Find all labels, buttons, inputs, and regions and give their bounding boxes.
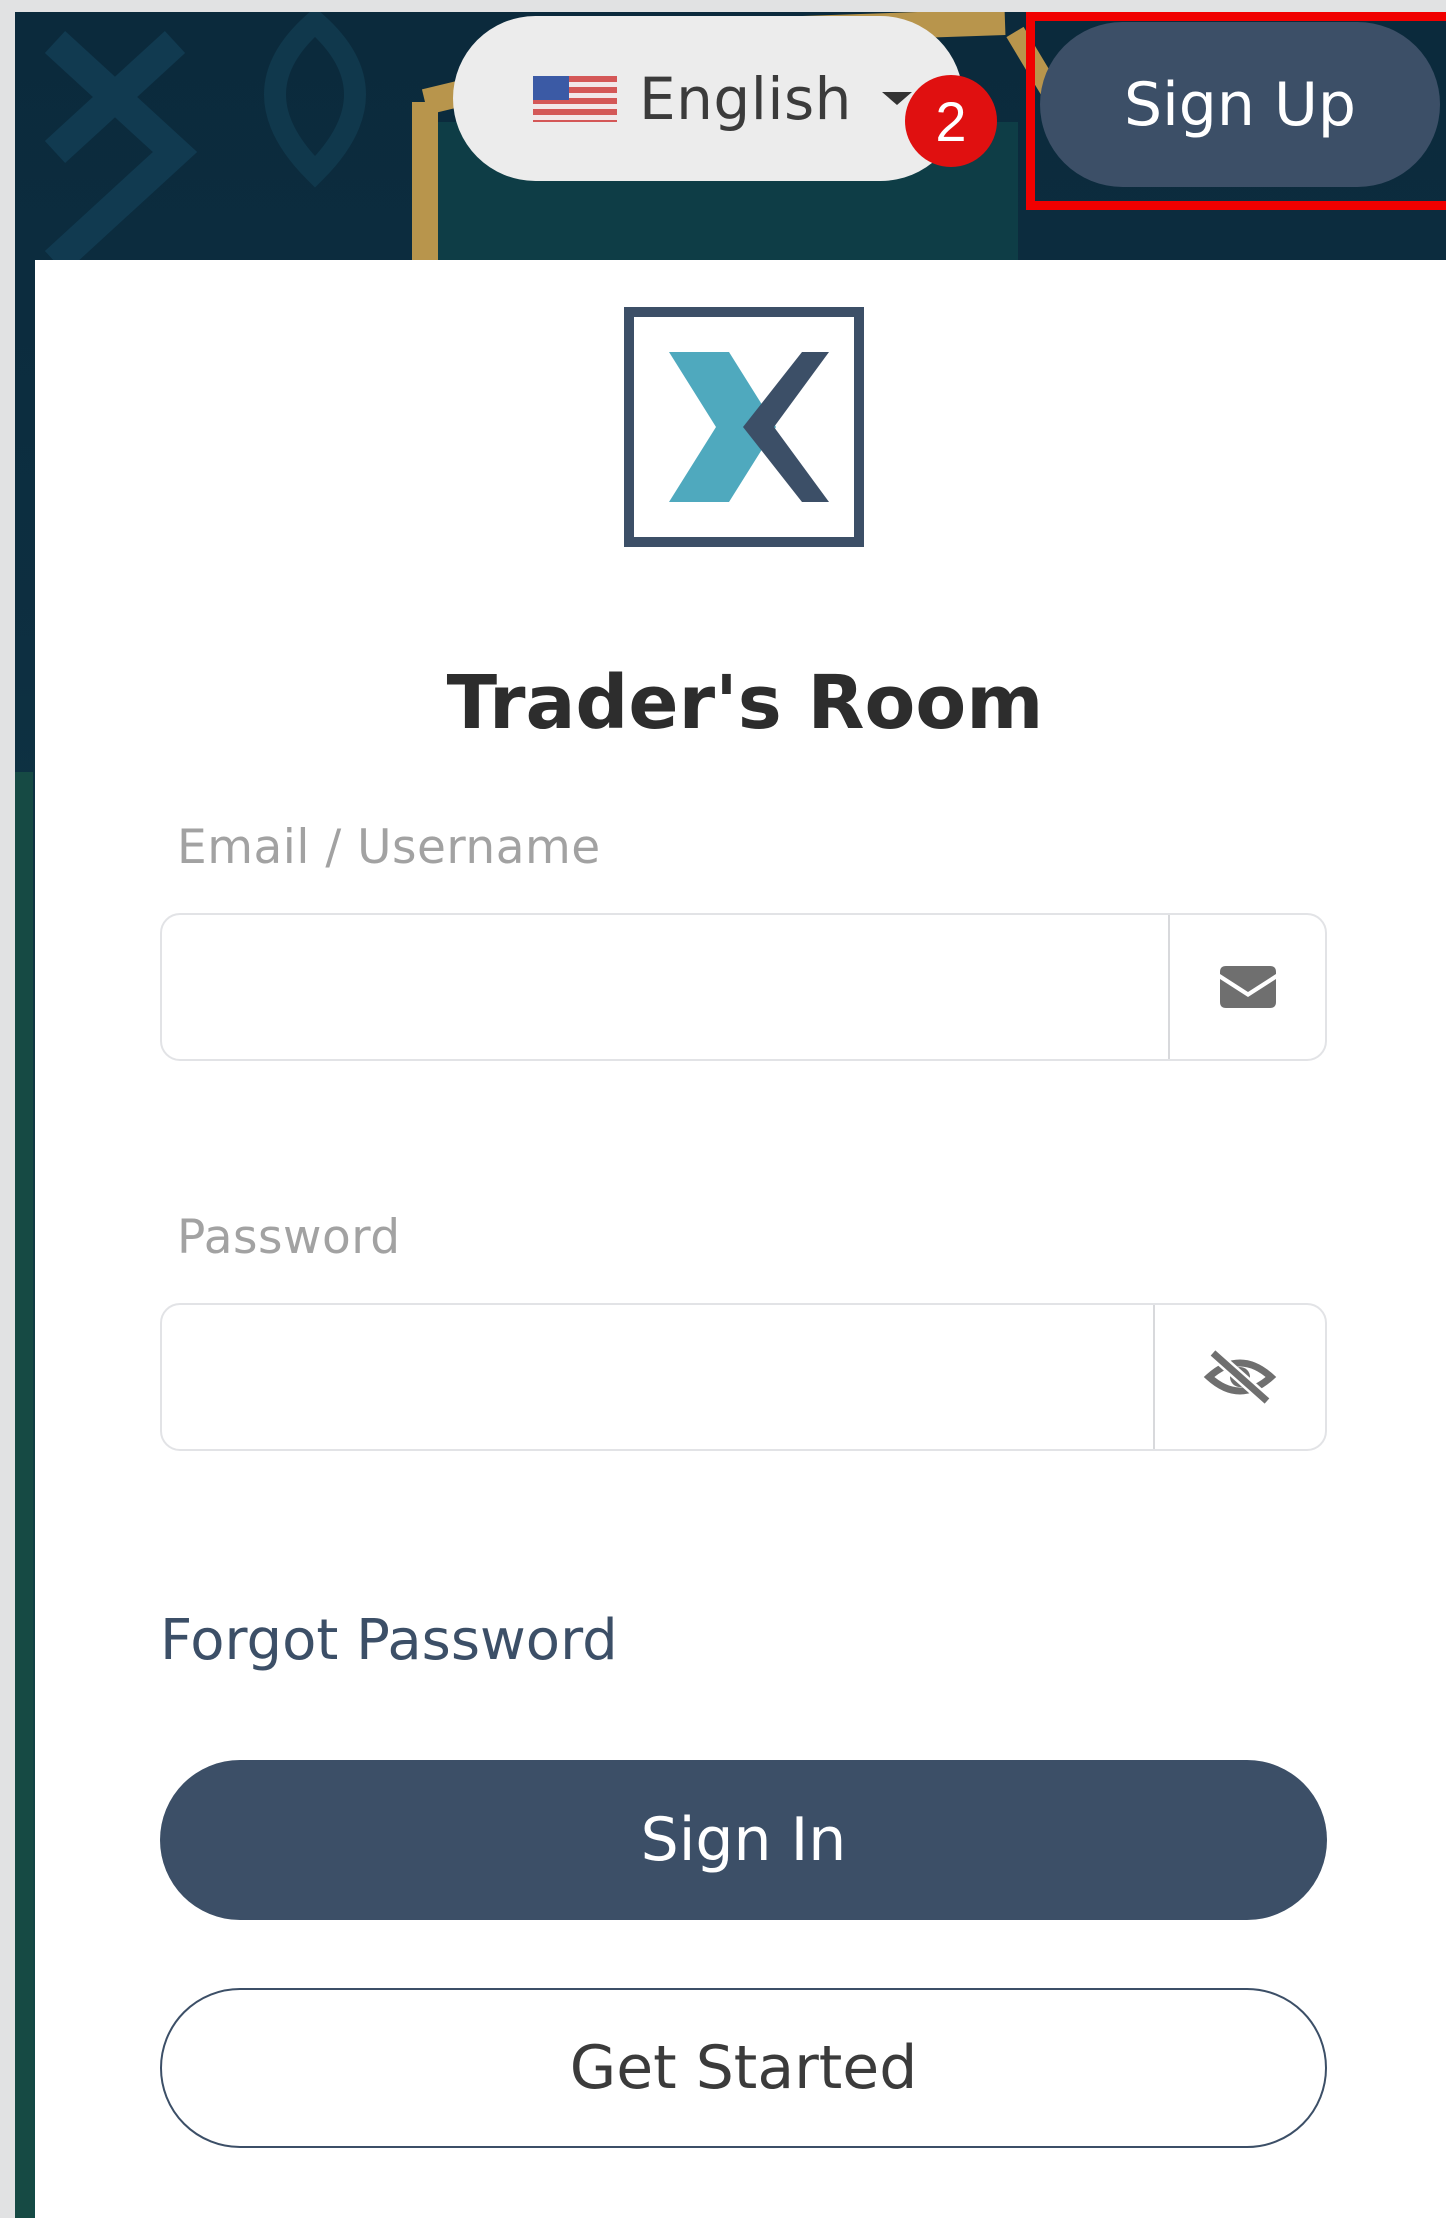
envelope-icon [1219, 966, 1276, 1008]
language-label: English [639, 64, 852, 133]
get-started-button[interactable]: Get Started [160, 1988, 1327, 2148]
step-number-badge: 2 [905, 75, 997, 167]
sign-up-button[interactable]: Sign Up [1040, 22, 1440, 187]
login-card: Trader's Room Email / Username Password … [35, 260, 1446, 2218]
email-field-label: Email / Username [177, 820, 601, 875]
email-input[interactable] [162, 915, 1168, 1059]
language-selector[interactable]: English [453, 16, 963, 181]
left-edge-strip [15, 772, 33, 2218]
password-input[interactable] [162, 1305, 1153, 1449]
sign-in-button[interactable]: Sign In [160, 1760, 1327, 1920]
x-logo-icon [624, 307, 864, 547]
us-flag-icon [533, 75, 617, 122]
forgot-password-link[interactable]: Forgot Password [160, 1608, 618, 1673]
password-field-label: Password [177, 1210, 401, 1265]
password-input-group [160, 1303, 1327, 1451]
toggle-password-visibility[interactable] [1153, 1305, 1325, 1449]
email-addon [1168, 915, 1325, 1059]
email-input-group [160, 913, 1327, 1061]
page-title: Trader's Room [446, 660, 1044, 746]
eye-slash-icon [1203, 1348, 1277, 1406]
